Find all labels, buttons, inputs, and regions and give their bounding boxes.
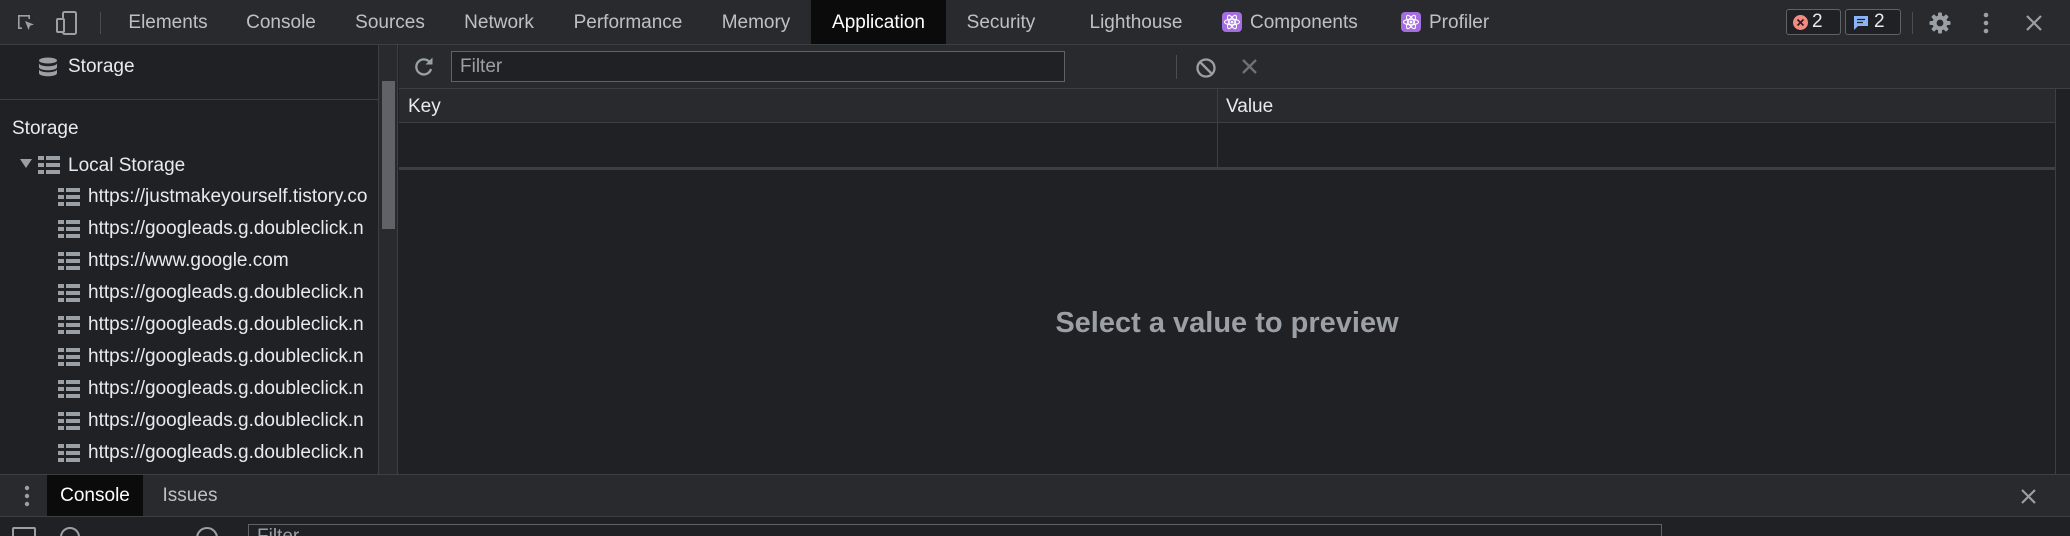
table-icon	[58, 188, 80, 206]
sidebar-item-label: Local Storage	[68, 155, 186, 176]
device-toolbar-icon[interactable]	[54, 9, 82, 37]
origin-label: https://justmakeyourself.tistory.co	[88, 186, 368, 207]
table-icon	[38, 156, 60, 174]
error-icon	[1793, 14, 1808, 30]
drawer-tab-bar: Console Issues	[0, 474, 2070, 517]
drawer-menu-icon[interactable]	[24, 485, 30, 507]
column-divider	[1217, 89, 1218, 123]
origin-label: https://www.google.com	[88, 250, 289, 271]
origin-label: https://googleads.g.doubleclick.n	[88, 218, 364, 239]
table-icon	[58, 316, 80, 334]
clear-console-icon[interactable]	[196, 527, 218, 536]
scrollbar-thumb[interactable]	[382, 81, 395, 229]
clear-all-icon[interactable]	[1195, 57, 1217, 79]
column-header-key[interactable]: Key	[408, 96, 441, 118]
origin-label: https://googleads.g.doubleclick.n	[88, 346, 364, 367]
sidebar-item-origin[interactable]: https://googleads.g.doubleclick.n	[0, 405, 378, 437]
table-icon	[58, 444, 80, 462]
devtools-tab-bar: Elements Console Sources Network Perform…	[0, 0, 2070, 45]
more-options-icon[interactable]	[1972, 9, 2000, 37]
tab-memory[interactable]: Memory	[708, 0, 804, 44]
message-icon	[1852, 14, 1870, 31]
sidebar-section-title: Storage	[12, 118, 79, 139]
console-toolbar	[0, 517, 2070, 536]
sidebar-item-origin[interactable]: https://justmakeyourself.tistory.co	[0, 181, 378, 213]
drawer-close-icon[interactable]	[2020, 488, 2037, 505]
origin-label: https://googleads.g.doubleclick.n	[88, 378, 364, 399]
react-icon	[1401, 12, 1421, 32]
origin-label: https://googleads.g.doubleclick.n	[88, 442, 364, 463]
table-icon	[58, 220, 80, 238]
main-scrollbar[interactable]	[2055, 89, 2070, 474]
inspect-element-icon[interactable]	[12, 9, 40, 37]
table-row[interactable]	[399, 123, 2055, 170]
tab-application[interactable]: Application	[811, 0, 946, 44]
column-divider	[1217, 123, 1218, 167]
tab-security[interactable]: Security	[955, 0, 1047, 44]
drawer-tab-console[interactable]: Console	[47, 475, 143, 516]
toolbar-divider	[100, 12, 101, 34]
preview-placeholder: Select a value to preview	[1055, 307, 1399, 339]
tab-profiler[interactable]: Profiler	[1397, 0, 1507, 44]
origin-label: https://googleads.g.doubleclick.n	[88, 314, 364, 335]
tab-lighthouse[interactable]: Lighthouse	[1078, 0, 1194, 44]
tab-elements[interactable]: Elements	[116, 0, 220, 44]
refresh-icon[interactable]	[413, 55, 435, 77]
eye-icon[interactable]	[60, 527, 80, 536]
application-sidebar: Storage Storage Local Storage https://ju…	[0, 45, 378, 474]
database-icon	[38, 57, 58, 79]
sidebar-storage-header[interactable]: Storage	[0, 45, 378, 100]
drawer-tab-issues[interactable]: Issues	[152, 475, 228, 516]
react-icon	[1222, 12, 1242, 32]
origin-label: https://googleads.g.doubleclick.n	[88, 282, 364, 303]
storage-table-header: Key Value	[399, 89, 2055, 123]
sidebar-scrollbar[interactable]	[378, 45, 398, 474]
table-icon	[58, 252, 80, 270]
tab-console[interactable]: Console	[232, 0, 330, 44]
sidebar-item-origin[interactable]: https://googleads.g.doubleclick.n	[0, 309, 378, 341]
filter-input[interactable]	[451, 51, 1065, 82]
column-header-value[interactable]: Value	[1226, 96, 1273, 118]
errors-badge[interactable]: 2	[1786, 9, 1841, 35]
storage-viewer: Key Value Select a value to preview	[399, 45, 2070, 474]
delete-selected-icon[interactable]	[1241, 58, 1258, 75]
origin-label: https://googleads.g.doubleclick.n	[88, 410, 364, 431]
gear-icon[interactable]	[1926, 9, 1954, 37]
tab-performance[interactable]: Performance	[560, 0, 696, 44]
sidebar-item-origin[interactable]: https://googleads.g.doubleclick.n	[0, 373, 378, 405]
messages-count: 2	[1874, 11, 1885, 32]
toolbar-divider	[1912, 12, 1913, 34]
close-icon[interactable]	[2020, 9, 2048, 37]
toolbar-divider	[1176, 55, 1177, 79]
table-icon	[58, 284, 80, 302]
expand-arrow-icon[interactable]	[20, 159, 32, 169]
sidebar-item-origin[interactable]: https://www.google.com	[0, 245, 378, 277]
tab-sources[interactable]: Sources	[342, 0, 438, 44]
sidebar-item-origin[interactable]: https://googleads.g.doubleclick.n	[0, 213, 378, 245]
tab-components[interactable]: Components	[1218, 0, 1368, 44]
tab-network[interactable]: Network	[452, 0, 546, 44]
sidebar-item-local-storage[interactable]: Local Storage	[0, 149, 378, 181]
messages-badge[interactable]: 2	[1845, 9, 1901, 35]
storage-toolbar	[399, 45, 2070, 89]
sidebar-item-origin[interactable]: https://googleads.g.doubleclick.n	[0, 437, 378, 469]
sidebar-item-origin[interactable]: https://googleads.g.doubleclick.n	[0, 277, 378, 309]
table-icon	[58, 380, 80, 398]
sidebar-item-origin[interactable]: https://googleads.g.doubleclick.n	[0, 341, 378, 373]
sidebar-toggle-icon[interactable]	[12, 527, 36, 536]
table-icon	[58, 412, 80, 430]
console-filter-input[interactable]	[248, 524, 1662, 536]
table-icon	[58, 348, 80, 366]
errors-count: 2	[1812, 11, 1823, 32]
